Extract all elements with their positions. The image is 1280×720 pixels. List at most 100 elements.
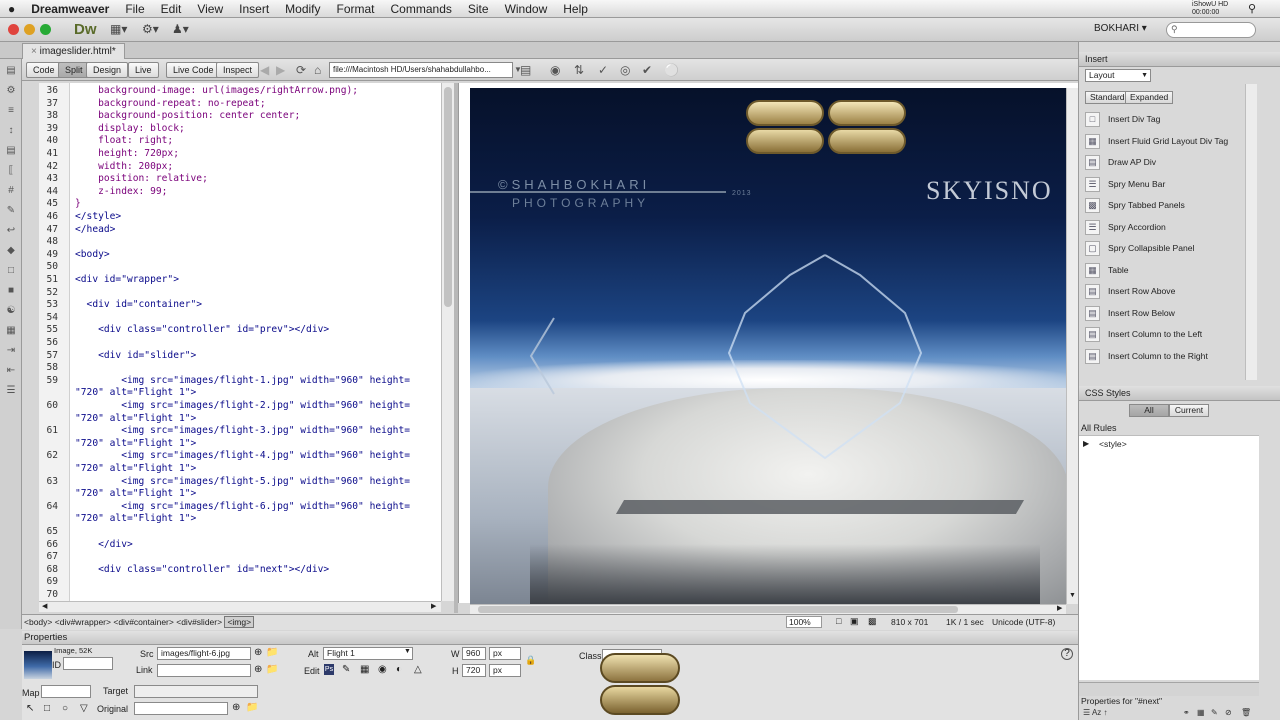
code-line[interactable]: "720" alt="Flight 1"> <box>75 463 196 474</box>
edit-settings-icon[interactable]: ✎ <box>342 664 350 675</box>
pointer-hotspot-icon[interactable]: ↖ <box>26 703 34 714</box>
brightness-icon[interactable]: ◐ <box>396 664 402 675</box>
insert-category-select[interactable]: Layout ▼ <box>1085 69 1151 82</box>
insert-item[interactable]: ▢ Spry Collapsible Panel <box>1085 239 1245 257</box>
close-window-icon[interactable] <box>8 24 19 35</box>
map-field[interactable] <box>41 685 91 698</box>
css-rules-tree[interactable]: ▶ <style> <box>1079 436 1259 680</box>
insert-item[interactable]: ▦ Insert Fluid Grid Layout Div Tag <box>1085 132 1245 150</box>
width-field[interactable]: 960 <box>462 647 486 660</box>
design-vertical-scrollbar[interactable]: ▼ <box>1066 88 1078 604</box>
code-line[interactable]: </style> <box>75 211 121 222</box>
code-line[interactable]: "720" alt="Flight 1"> <box>75 438 196 449</box>
code-line[interactable]: </head> <box>75 224 115 235</box>
spotlight-icon[interactable]: ⚲ <box>1248 2 1256 15</box>
browser-check-icon[interactable]: ⚪ <box>664 63 679 77</box>
code-line[interactable]: width: 200px; <box>75 161 173 172</box>
design-view-button[interactable]: Design <box>86 62 129 78</box>
code-line[interactable]: <img src="images/flight-1.jpg" width="96… <box>75 375 410 386</box>
height-field[interactable]: 720 <box>462 664 486 677</box>
attach-stylesheet-icon[interactable]: ⚭ <box>1183 708 1190 717</box>
category-view-icon[interactable]: ☰ <box>1083 708 1090 717</box>
scroll-left-icon[interactable]: ◀ <box>42 602 47 610</box>
width-unit-select[interactable]: px <box>489 647 521 660</box>
edit-rule-icon[interactable]: ✎ <box>1211 708 1218 717</box>
split-view-button[interactable]: Split <box>58 62 90 78</box>
menu-modify[interactable]: Modify <box>277 0 328 18</box>
format-icon[interactable]: ☰ <box>5 385 17 397</box>
code-scroll-thumb[interactable] <box>444 87 452 307</box>
disable-rule-icon[interactable]: ⊘ <box>1225 708 1232 717</box>
tag-slider[interactable]: <div#slider> <box>176 617 222 627</box>
select-parent-icon[interactable]: ▤ <box>5 145 17 157</box>
address-bar[interactable]: file:///Macintosh HD/Users/shahabdullahb… <box>329 62 513 78</box>
settings-icon[interactable]: ⚙ <box>5 85 17 97</box>
indent-icon[interactable]: ⇥ <box>5 345 17 357</box>
code-line[interactable]: display: block; <box>75 123 185 134</box>
code-line[interactable]: "720" alt="Flight 1"> <box>75 387 196 398</box>
check-page-icon[interactable]: ✓ <box>598 63 608 77</box>
insert-item[interactable]: ▤ Draw AP Div <box>1085 153 1245 171</box>
refresh-icon[interactable]: ⟳ <box>296 63 306 77</box>
code-line[interactable]: height: 720px; <box>75 148 179 159</box>
code-line[interactable]: float: right; <box>75 135 173 146</box>
workspace-switcher[interactable]: BOKHARI ▾ <box>1094 23 1147 34</box>
code-line[interactable]: <div id="wrapper"> <box>75 274 179 285</box>
expand-arrow-icon[interactable]: ▶ <box>1083 439 1089 448</box>
help-search-input[interactable]: ⚲ <box>1166 22 1256 38</box>
code-vertical-scrollbar[interactable] <box>441 83 454 601</box>
id-field[interactable] <box>63 657 113 670</box>
alpha-view-icon[interactable]: Az <box>1092 708 1101 717</box>
design-horizontal-scrollbar[interactable]: ▶ <box>470 604 1066 614</box>
site-icon[interactable]: ♟▾ <box>172 22 189 36</box>
minimize-window-icon[interactable] <box>24 24 35 35</box>
uncomment-icon[interactable]: ■ <box>5 285 17 297</box>
code-line[interactable]: background-position: center center; <box>75 110 300 121</box>
standard-mode-button[interactable]: Standard <box>1085 91 1130 104</box>
code-line[interactable]: <div class="controller" id="next"></div> <box>75 564 329 575</box>
forward-icon[interactable]: ▶ <box>276 63 285 77</box>
help-icon[interactable]: ? <box>1061 648 1073 660</box>
wrap-tag-icon[interactable]: ☯ <box>5 305 17 317</box>
css-current-button[interactable]: Current <box>1169 404 1209 417</box>
alt-dropdown-icon[interactable]: ▼ <box>404 648 411 655</box>
code-line[interactable]: <img src="images/flight-5.jpg" width="96… <box>75 476 410 487</box>
insert-item[interactable]: ☰ Spry Accordion <box>1085 218 1245 236</box>
slider-image[interactable]: ©SHAHBOKHARI PHOTOGRAPHY 2013 SKYISNO <box>470 88 1066 604</box>
properties-header[interactable]: Properties <box>22 631 1078 645</box>
code-line[interactable]: <img src="images/flight-3.jpg" width="96… <box>75 425 410 436</box>
link-point-icon[interactable]: ⊕ <box>254 664 262 675</box>
window-size-icon[interactable]: ▩ <box>868 616 877 627</box>
scroll-right-icon[interactable]: ▶ <box>431 602 436 610</box>
insert-item[interactable]: ▤ Insert Row Above <box>1085 282 1245 300</box>
code-line[interactable]: background-image: url(images/rightArrow.… <box>75 85 358 96</box>
sharpen-icon[interactable]: △ <box>414 664 422 675</box>
highlight-icon[interactable]: ✎ <box>5 205 17 217</box>
open-documents-icon[interactable]: ▤ <box>5 65 17 77</box>
layout-icon[interactable]: ▦▾ <box>110 22 127 36</box>
link-browse-icon[interactable]: 📁 <box>266 664 278 675</box>
collapse-tag-icon[interactable]: ≡ <box>5 105 17 117</box>
hand-tool-icon[interactable]: ▣ <box>850 616 859 627</box>
code-line[interactable]: <img src="images/flight-2.jpg" width="96… <box>75 400 410 411</box>
back-icon[interactable]: ◀ <box>260 63 269 77</box>
menu-file[interactable]: File <box>117 0 152 18</box>
css-panel-divider[interactable] <box>1079 682 1259 696</box>
src-field[interactable]: images/flight-6.jpg <box>157 647 251 660</box>
home-icon[interactable]: ⌂ <box>314 63 321 77</box>
code-line[interactable]: "720" alt="Flight 1"> <box>75 513 196 524</box>
menu-site[interactable]: Site <box>460 0 497 18</box>
lock-ratio-icon[interactable]: 🔒 <box>525 655 536 666</box>
inspect-button[interactable]: Inspect <box>216 62 260 78</box>
apple-icon[interactable]: ● <box>0 0 23 18</box>
file-management-icon[interactable]: ⇅ <box>574 63 584 77</box>
code-line[interactable]: position: relative; <box>75 173 208 184</box>
insert-item[interactable]: □ Insert Div Tag <box>1085 110 1245 128</box>
menu-help[interactable]: Help <box>555 0 596 18</box>
resample-icon[interactable]: ◉ <box>378 664 387 675</box>
insert-item[interactable]: ☰ Spry Menu Bar <box>1085 175 1245 193</box>
target-select[interactable] <box>134 685 258 698</box>
edit-photoshop-icon[interactable]: Ps <box>324 664 334 675</box>
delete-rule-icon[interactable]: 🗑 <box>1241 708 1251 717</box>
menu-window[interactable]: Window <box>497 0 556 18</box>
